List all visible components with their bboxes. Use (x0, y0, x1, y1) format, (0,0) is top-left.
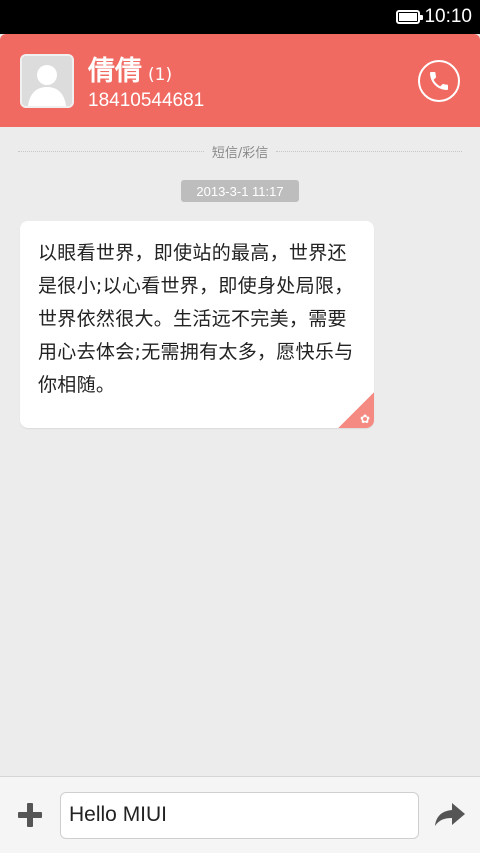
status-time: 10:10 (424, 6, 472, 27)
conversation-header: 倩倩 (1) 18410544681 (0, 34, 480, 127)
star-icon: ✿ (359, 412, 370, 426)
contact-info: 倩倩 (1) 18410544681 (88, 49, 418, 112)
send-button[interactable] (419, 777, 480, 853)
incoming-message-bubble[interactable]: 以眼看世界，即使站的最高，世界还是很小;以心看世界，即使身处局限，世界依然很大。… (20, 221, 374, 428)
message-type-divider: 短信/彩信 (18, 142, 463, 161)
contact-name-row: 倩倩 (1) (88, 49, 418, 88)
message-timestamp: 2013-3-1 11:17 (181, 180, 299, 202)
divider-line-left (18, 150, 204, 152)
message-type-label: 短信/彩信 (211, 145, 269, 161)
battery-fill (399, 13, 418, 21)
default-avatar-icon[interactable] (20, 53, 74, 108)
divider-line-right (276, 150, 463, 152)
phone-icon (430, 71, 448, 90)
contact-name: 倩倩 (88, 56, 142, 87)
add-attachment-button[interactable] (0, 777, 60, 853)
message-input[interactable] (60, 791, 419, 839)
composer-bar (0, 776, 480, 853)
message-text: 以眼看世界，即使站的最高，世界还是很小;以心看世界，即使身处局限，世界依然很大。… (38, 242, 354, 396)
unread-count: (1) (148, 65, 173, 85)
send-arrow-icon (434, 803, 465, 826)
status-bar: 10:10 (0, 0, 480, 34)
call-button[interactable] (418, 59, 460, 102)
plus-icon (18, 803, 42, 827)
contact-phone-number: 18410544681 (88, 90, 205, 111)
battery-icon (396, 10, 424, 24)
